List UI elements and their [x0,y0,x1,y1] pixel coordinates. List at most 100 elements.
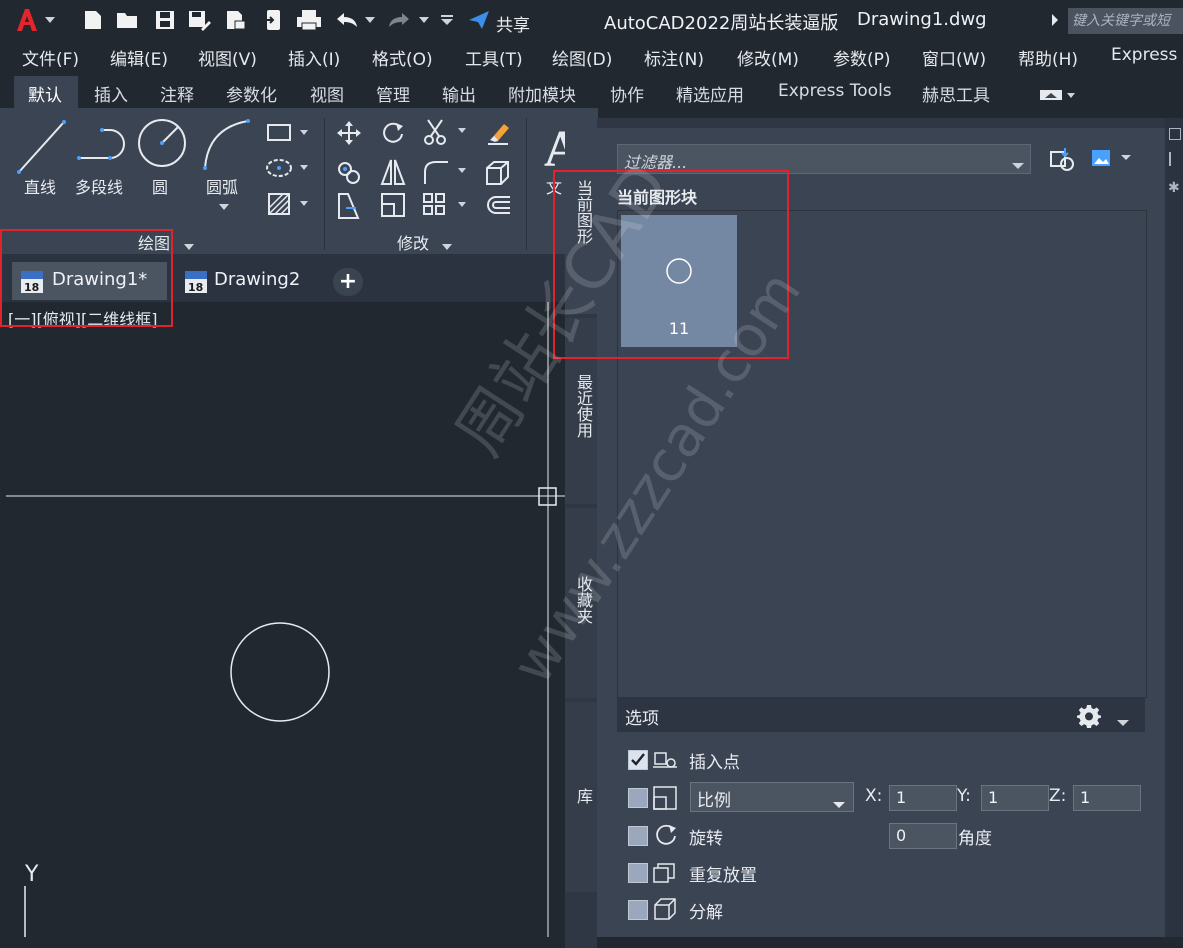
erase-tool-icon[interactable] [484,118,512,150]
menu-format[interactable]: 格式(O) [372,45,433,70]
stretch-tool-icon[interactable] [336,192,364,224]
menu-modify[interactable]: 修改(M) [737,45,799,70]
ribbon-tab-addins[interactable]: 附加模块 [508,81,576,106]
ellipse-tool-icon[interactable] [266,156,310,184]
thumbnail-view-icon[interactable] [1091,148,1133,172]
share-icon[interactable] [464,8,494,32]
hatch-tool-icon[interactable] [266,192,310,220]
palette-title-strip[interactable]: ✱ [1165,118,1183,937]
rotate-tool-icon[interactable] [380,120,406,150]
rectangle-tool-icon[interactable] [266,122,310,148]
new-file-icon[interactable] [80,8,106,32]
menu-tools[interactable]: 工具(T) [465,45,523,70]
angle-input[interactable]: 0 [889,823,957,849]
mirror-tool-icon[interactable] [380,158,406,190]
polyline-tool-icon[interactable] [76,122,130,166]
circle-tool-icon[interactable] [137,118,189,174]
save-as-icon[interactable] [186,8,212,32]
plot-document-icon[interactable] [222,8,248,32]
ribbon-tab-manage[interactable]: 管理 [376,81,410,106]
menu-file[interactable]: 文件(F) [22,45,79,70]
add-tab-button[interactable]: + [333,268,363,296]
menu-draw[interactable]: 绘图(D) [552,45,612,70]
filter-dropdown-icon[interactable] [1012,155,1024,174]
ribbon-tab-parametric[interactable]: 参数化 [226,81,277,106]
document-tab-drawing2[interactable]: Drawing2 [214,269,300,290]
options-dropdown-icon[interactable] [1117,712,1129,731]
redo-icon[interactable] [386,8,414,32]
rotate-checkbox[interactable] [628,826,648,846]
circle-tool-label[interactable]: 圆 [152,174,168,198]
menu-dimension[interactable]: 标注(N) [644,45,704,70]
palette-autohide-icon[interactable] [1169,152,1181,166]
arc-dropdown-icon[interactable] [219,196,229,215]
y-input[interactable]: 1 [981,785,1049,811]
ribbon-tab-home[interactable]: 默认 [28,81,62,106]
customize-toolbar-icon[interactable] [440,8,454,32]
dwg-file-icon: 18 [184,270,208,298]
x-input[interactable]: 1 [889,785,957,811]
arc-tool-label[interactable]: 圆弧 [206,174,238,198]
palette-close-icon[interactable] [1169,128,1181,140]
draw-panel-dropdown-icon[interactable] [184,236,194,255]
publish-icon[interactable] [260,8,286,32]
line-tool-icon[interactable] [16,118,68,178]
menu-window[interactable]: 窗口(W) [922,45,986,70]
undo-icon[interactable] [332,8,360,32]
ribbon-tab-view[interactable]: 视图 [310,81,344,106]
rect-array-tool-icon[interactable] [422,192,468,222]
modify-panel-dropdown-icon[interactable] [442,236,452,255]
title-arrow-right-icon[interactable] [1050,8,1060,32]
repeat-placement-checkbox[interactable] [628,863,648,883]
ribbon-tab-annotate[interactable]: 注释 [160,81,194,106]
modify-panel-label[interactable]: 修改 [397,230,429,254]
line-tool-label[interactable]: 直线 [24,174,56,198]
ribbon-tab-insert[interactable]: 插入 [94,81,128,106]
redo-dropdown-icon[interactable] [418,8,430,32]
side-tab-library[interactable]: 库 [565,702,597,892]
insert-point-checkbox[interactable] [628,750,648,770]
ribbon-tab-hesi-tools[interactable]: 赫思工具 [922,81,990,106]
scale-dropdown[interactable]: 比例 [690,782,854,812]
side-tab-favorites[interactable]: 收藏夹 [565,508,597,698]
ribbon-tab-output[interactable]: 输出 [442,81,476,106]
palette-top-edge [597,118,1165,128]
app-menu-chevron-icon[interactable] [44,8,56,32]
gear-icon[interactable] [1077,704,1101,732]
options-header[interactable]: 选项 [617,698,1145,732]
drawing-viewport[interactable]: [一][俯视][二维线框] Y [0,302,565,937]
save-icon[interactable] [152,8,178,32]
offset-tool-icon[interactable] [484,194,512,222]
highlight-box-current-block [553,170,789,359]
open-folder-icon[interactable] [114,8,142,32]
fillet-tool-icon[interactable] [422,158,468,190]
ribbon-minimize-icon[interactable] [1040,86,1076,105]
autocad-logo-icon[interactable] [12,8,42,32]
ribbon-tab-collaborate[interactable]: 协作 [610,81,644,106]
menu-view[interactable]: 视图(V) [198,45,257,70]
explode-checkbox[interactable] [628,900,648,920]
ribbon-tab-express-tools[interactable]: Express Tools [778,81,892,101]
print-icon[interactable] [294,8,324,32]
arc-tool-icon[interactable] [202,118,254,174]
z-input[interactable]: 1 [1073,785,1141,811]
move-tool-icon[interactable] [336,120,362,150]
menu-parametric[interactable]: 参数(P) [833,45,891,70]
import-block-icon[interactable] [1049,146,1077,176]
search-input[interactable]: 键入关键字或短 [1068,8,1183,34]
polyline-tool-label[interactable]: 多段线 [75,174,123,198]
menu-insert[interactable]: 插入(I) [288,45,340,70]
undo-dropdown-icon[interactable] [364,8,376,32]
explode-label: 分解 [689,903,723,923]
scale-checkbox[interactable] [628,788,648,808]
palette-properties-icon[interactable]: ✱ [1168,180,1180,196]
menu-edit[interactable]: 编辑(E) [110,45,168,70]
share-label[interactable]: 共享 [496,11,530,36]
scale-tool-icon[interactable] [380,192,406,222]
copy-tool-icon[interactable] [336,160,364,190]
array-3d-icon[interactable] [484,160,512,190]
ribbon-tab-featured-apps[interactable]: 精选应用 [676,81,744,106]
menu-express[interactable]: Express [1111,45,1177,65]
trim-tool-icon[interactable] [422,118,468,150]
menu-help[interactable]: 帮助(H) [1018,45,1078,70]
